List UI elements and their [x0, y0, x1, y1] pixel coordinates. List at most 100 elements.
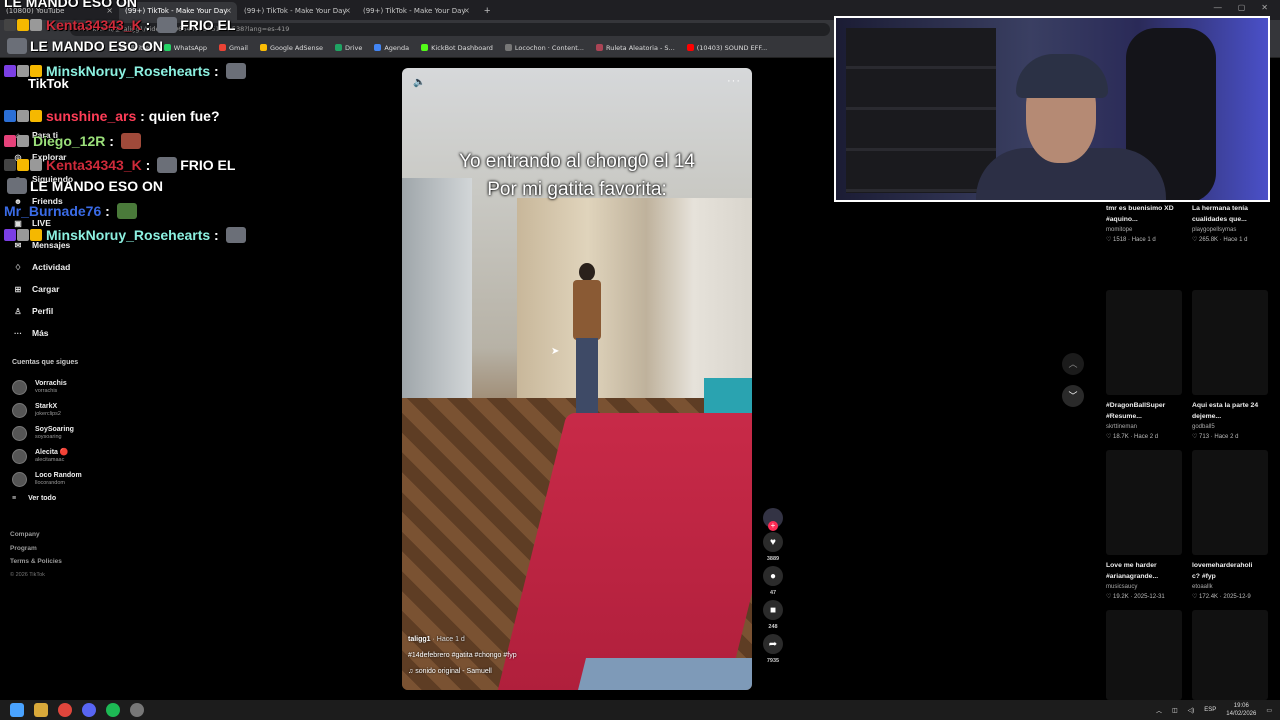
discord-icon[interactable] [82, 703, 96, 717]
card-title: Aqui esta la parte 24 dejeme... [1192, 402, 1259, 420]
bookmark-icon[interactable]: ■ [763, 600, 783, 620]
video-card[interactable] [1106, 610, 1182, 700]
notifications-icon[interactable]: ▭ [1266, 707, 1272, 714]
see-all-link[interactable]: ≡ Ver todo [12, 495, 56, 502]
bookmark[interactable]: Locochon · Content... [504, 44, 584, 52]
card-stats: ♡ 713 · Hace 2 d [1192, 434, 1239, 440]
sidebar-item-perfil[interactable]: ♙ Perfil [12, 300, 73, 322]
clock[interactable]: 19:06 14/02/2026 [1226, 702, 1256, 718]
sidebar-item-actividad[interactable]: ♢ Actividad [12, 256, 73, 278]
account-user: alecitamaac [35, 457, 65, 463]
footer-link-company[interactable]: Company [10, 528, 62, 542]
avatar [12, 426, 27, 441]
card-thumbnail[interactable] [1106, 610, 1182, 700]
window-controls: — ▢ ✕ [1202, 0, 1280, 15]
caption-line: Yo entrando al chong0 el 14 [459, 151, 695, 172]
sidebar-item-cargar[interactable]: ⊞ Cargar [12, 278, 73, 300]
clock-time: 19:06 [1233, 703, 1249, 709]
chat-badges [4, 19, 42, 31]
card-thumbnail[interactable] [1106, 290, 1182, 395]
card-title: #DragonBallSuper #Resume... [1106, 402, 1166, 420]
video-card[interactable]: Aqui esta la parte 24 dejeme... godball5… [1192, 290, 1268, 442]
follow-plus-icon[interactable]: + [768, 521, 778, 531]
volume-icon[interactable]: 🔈 [413, 77, 425, 88]
like-count: 3889 [766, 556, 780, 562]
video-card[interactable]: lovemeharderaholi c? #fyp etoaallk ♡ 172… [1192, 450, 1268, 602]
share-action[interactable]: ➦ 7935 [760, 634, 786, 664]
mouse-cursor-icon: ➤ [551, 346, 560, 357]
video-card[interactable]: Love me harder #arianagrande... musicsau… [1106, 450, 1182, 602]
volume-tray-icon[interactable]: ◁) [1188, 707, 1195, 714]
more-options-icon[interactable]: ··· [727, 75, 741, 87]
close-window-icon[interactable]: ✕ [1261, 3, 1268, 12]
gmail-icon [218, 44, 226, 51]
more-icon: ··· [14, 328, 22, 338]
network-icon[interactable]: ◫ [1172, 707, 1178, 714]
browser-tab[interactable]: (99+) TikTok - Make Your Day × [238, 2, 356, 20]
video-card[interactable]: La hermana tenía cualidades que... playg… [1192, 198, 1268, 245]
bookmark[interactable]: Gmail [218, 43, 248, 52]
windows-start-icon[interactable] [10, 703, 24, 717]
following-account[interactable]: SoySoaring soysoaring [12, 422, 82, 445]
video-card[interactable]: tmr es buenisimo XD #aquino... momitope … [1106, 198, 1182, 245]
obs-icon[interactable] [130, 703, 144, 717]
save-action[interactable]: ■ 248 [760, 600, 786, 630]
video-player[interactable]: Yo entrando al chong0 el 14 Por mi gatit… [402, 68, 752, 690]
sidebar-item-mas[interactable]: ··· Más [12, 322, 73, 344]
creator-avatar[interactable]: + [763, 508, 783, 531]
heart-icon[interactable]: ♥ [763, 532, 783, 552]
chat-message: Kenta34343_K : FRIO EL [4, 157, 235, 173]
spotify-icon[interactable] [106, 703, 120, 717]
video-card[interactable]: #DragonBallSuper #Resume... skrttineman … [1106, 290, 1182, 442]
minimize-icon[interactable]: — [1214, 3, 1222, 12]
new-tab-icon[interactable]: + [476, 2, 498, 20]
bookmark[interactable]: KickBot Dashboard [421, 44, 493, 52]
chat-message: Mr_Burnade76 : [4, 203, 140, 219]
footer-link-terms[interactable]: Terms & Policies [10, 555, 62, 569]
share-icon[interactable]: ➦ [763, 634, 783, 654]
bookmark[interactable]: Ruleta Aleatoria - S... [595, 44, 675, 52]
card-user: momitope [1106, 227, 1133, 233]
card-title: Love me harder #arianagrande... [1106, 562, 1159, 580]
video-caption-overlay: Yo entrando al chong0 el 14 Por mi gatit… [402, 148, 752, 204]
bookmark[interactable]: Agenda [374, 44, 409, 52]
browser-tab[interactable]: (99+) TikTok - Make Your Day × [357, 2, 475, 20]
file-explorer-icon[interactable] [34, 703, 48, 717]
following-list: Vorrachis vorrachis StarkX jokerclips2 Soy… [12, 376, 82, 491]
following-account[interactable]: StarkX jokerclips2 [12, 399, 82, 422]
following-account[interactable]: Alecita 🔴 alecitamaac [12, 445, 82, 468]
like-action[interactable]: ♥ 3889 [760, 532, 786, 562]
tray-chevron-icon[interactable]: ︿ [1156, 706, 1162, 715]
bookmark-label: Gmail [228, 43, 248, 52]
chat-message: MinskNoruy_Rosehearts : [4, 227, 249, 243]
comment-action[interactable]: ● 47 [760, 566, 786, 596]
next-video-icon[interactable]: ﹀ [1062, 385, 1084, 407]
close-tab-icon[interactable]: × [463, 6, 470, 15]
chrome-icon[interactable] [58, 703, 72, 717]
following-account[interactable]: Vorrachis vorrachis [12, 376, 82, 399]
bookmark[interactable]: Drive [335, 44, 362, 52]
close-tab-icon[interactable]: × [225, 6, 232, 15]
bookmark[interactable]: (10403) SOUND EFF... [686, 44, 767, 52]
video-author[interactable]: taligg1 [408, 636, 431, 643]
following-account[interactable]: Loco Random llocorandom [12, 468, 82, 491]
comment-icon[interactable]: ● [763, 566, 783, 586]
bookmark[interactable]: WhatsApp [163, 44, 207, 52]
video-hashtags[interactable]: #14defebrero #gatita #chongo #fyp [408, 648, 517, 664]
footer-link-program[interactable]: Program [10, 542, 62, 556]
video-sound[interactable]: ♫ sonido original - Samuell [408, 664, 517, 680]
chat-emote-icon [7, 178, 27, 194]
card-thumbnail[interactable] [1106, 450, 1182, 555]
previous-video-icon[interactable]: ︿ [1062, 353, 1084, 375]
webcam-overlay [834, 16, 1270, 202]
bookmark[interactable]: Google AdSense [259, 44, 323, 52]
close-tab-icon[interactable]: × [344, 6, 351, 15]
card-thumbnail[interactable] [1192, 610, 1268, 700]
language-indicator[interactable]: ESP [1204, 707, 1216, 713]
video-card[interactable] [1192, 610, 1268, 700]
maximize-icon[interactable]: ▢ [1238, 3, 1246, 12]
card-thumbnail[interactable] [1192, 450, 1268, 555]
chat-username: Kenta34343_K [46, 157, 142, 173]
card-thumbnail[interactable] [1192, 290, 1268, 395]
chat-text: LE MANDO ESO ON [30, 38, 164, 54]
